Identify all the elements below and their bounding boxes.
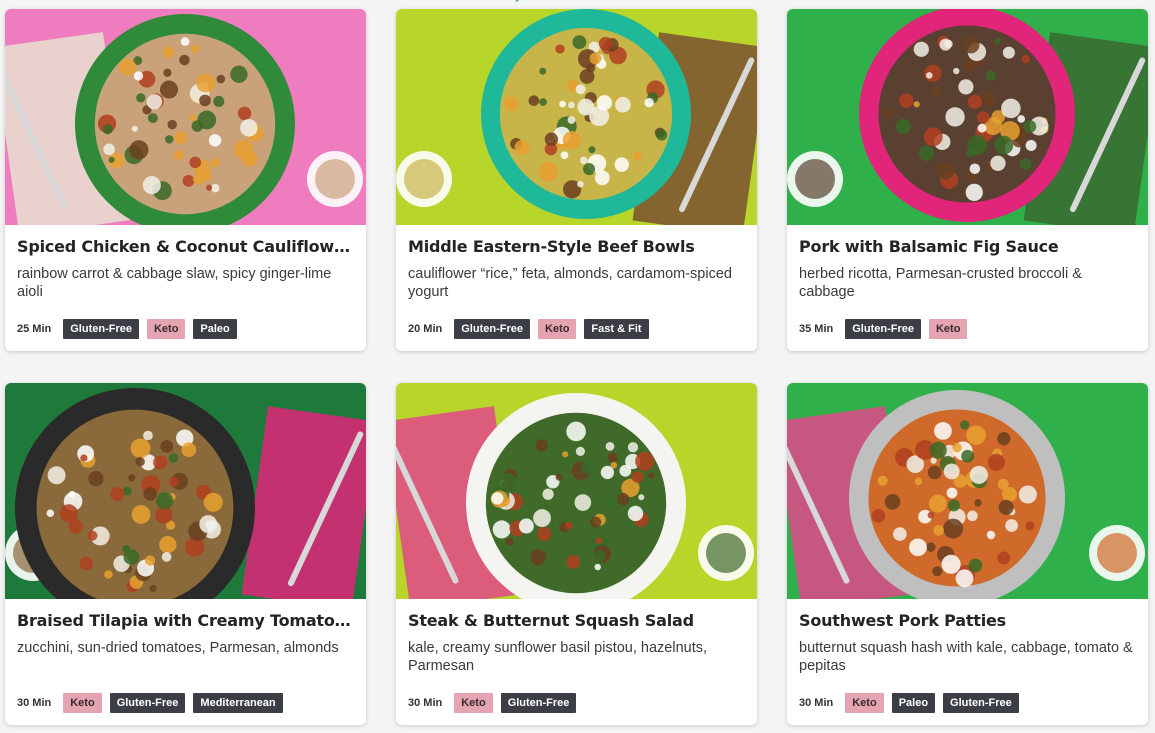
recipe-card[interactable]: Spiced Chicken & Coconut Cauliflower Ric… xyxy=(5,9,366,351)
recipe-photo[interactable] xyxy=(396,383,757,599)
recipe-description: butternut squash hash with kale, cabbage… xyxy=(799,640,1133,674)
cook-time: 30 Min xyxy=(408,697,443,709)
recipe-title[interactable]: Braised Tilapia with Creamy Tomato Sauce xyxy=(17,611,354,630)
cook-time: 30 Min xyxy=(17,697,52,709)
tag-keto: Keto xyxy=(63,693,102,713)
tag-gluten-free: Gluten-Free xyxy=(845,319,921,339)
recipe-title[interactable]: Spiced Chicken & Coconut Cauliflower Ric… xyxy=(17,237,354,256)
recipe-photo[interactable] xyxy=(787,383,1148,599)
recipe-meta: 30 Min Keto Paleo Gluten-Free xyxy=(799,693,1019,713)
tag-gluten-free: Gluten-Free xyxy=(500,693,577,713)
tag-keto: Keto xyxy=(928,319,968,339)
recipe-title[interactable]: Southwest Pork Patties xyxy=(799,611,1136,630)
tag-gluten-free: Gluten-Free xyxy=(63,319,139,339)
tag-fast-and-fit: Fast & Fit xyxy=(584,319,649,339)
cook-time: 35 Min xyxy=(799,323,834,335)
tag-paleo: Paleo xyxy=(193,319,237,339)
recipe-card[interactable]: Middle Eastern-Style Beef Bowls cauliflo… xyxy=(396,9,757,351)
recipe-meta: 30 Min Keto Gluten-Free xyxy=(408,693,577,713)
recipe-description: zucchini, sun-dried tomatoes, Parmesan, … xyxy=(17,640,339,656)
cook-time: 25 Min xyxy=(17,323,52,335)
recipe-photo[interactable] xyxy=(787,9,1148,225)
recipe-description: cauliflower “rice,” feta, almonds, carda… xyxy=(408,266,732,300)
tag-gluten-free: Gluten-Free xyxy=(109,693,186,713)
cook-time: 30 Min xyxy=(799,697,834,709)
tag-paleo: Paleo xyxy=(891,693,936,713)
recipe-photo[interactable] xyxy=(5,9,366,225)
recipe-card[interactable]: Braised Tilapia with Creamy Tomato Sauce… xyxy=(5,383,366,725)
recipe-description: herbed ricotta, Parmesan-crusted broccol… xyxy=(799,266,1082,300)
tag-keto: Keto xyxy=(146,319,186,339)
recipe-card[interactable]: Southwest Pork Patties butternut squash … xyxy=(787,383,1148,725)
recipe-title[interactable]: Pork with Balsamic Fig Sauce xyxy=(799,237,1136,256)
tag-keto: Keto xyxy=(454,693,493,713)
recipe-meta: 25 Min Gluten-Free Keto Paleo xyxy=(17,319,237,339)
tag-keto: Keto xyxy=(845,693,884,713)
recipe-title[interactable]: Middle Eastern-Style Beef Bowls xyxy=(408,237,745,256)
recipe-card[interactable]: Steak & Butternut Squash Salad kale, cre… xyxy=(396,383,757,725)
recipe-description: kale, creamy sunflower basil pistou, haz… xyxy=(408,640,708,674)
recipe-meta: 30 Min Keto Gluten-Free Mediterranean xyxy=(17,693,283,713)
cook-time: 20 Min xyxy=(408,323,443,335)
recipe-meta: 20 Min Gluten-Free Keto Fast & Fit xyxy=(408,319,649,339)
selection-indicator-icon xyxy=(515,0,519,2)
recipe-photo[interactable] xyxy=(396,9,757,225)
recipe-meta: 35 Min Gluten-Free Keto xyxy=(799,319,968,339)
recipe-description: rainbow carrot & cabbage slaw, spicy gin… xyxy=(17,266,332,300)
tag-mediterranean: Mediterranean xyxy=(193,693,283,713)
recipe-title[interactable]: Steak & Butternut Squash Salad xyxy=(408,611,745,630)
tag-gluten-free: Gluten-Free xyxy=(943,693,1019,713)
recipe-photo[interactable] xyxy=(5,383,366,599)
recipe-card[interactable]: Pork with Balsamic Fig Sauce herbed rico… xyxy=(787,9,1148,351)
tag-keto: Keto xyxy=(537,319,577,339)
tag-gluten-free: Gluten-Free xyxy=(454,319,530,339)
recipe-grid: Spiced Chicken & Coconut Cauliflower Ric… xyxy=(5,9,1148,725)
